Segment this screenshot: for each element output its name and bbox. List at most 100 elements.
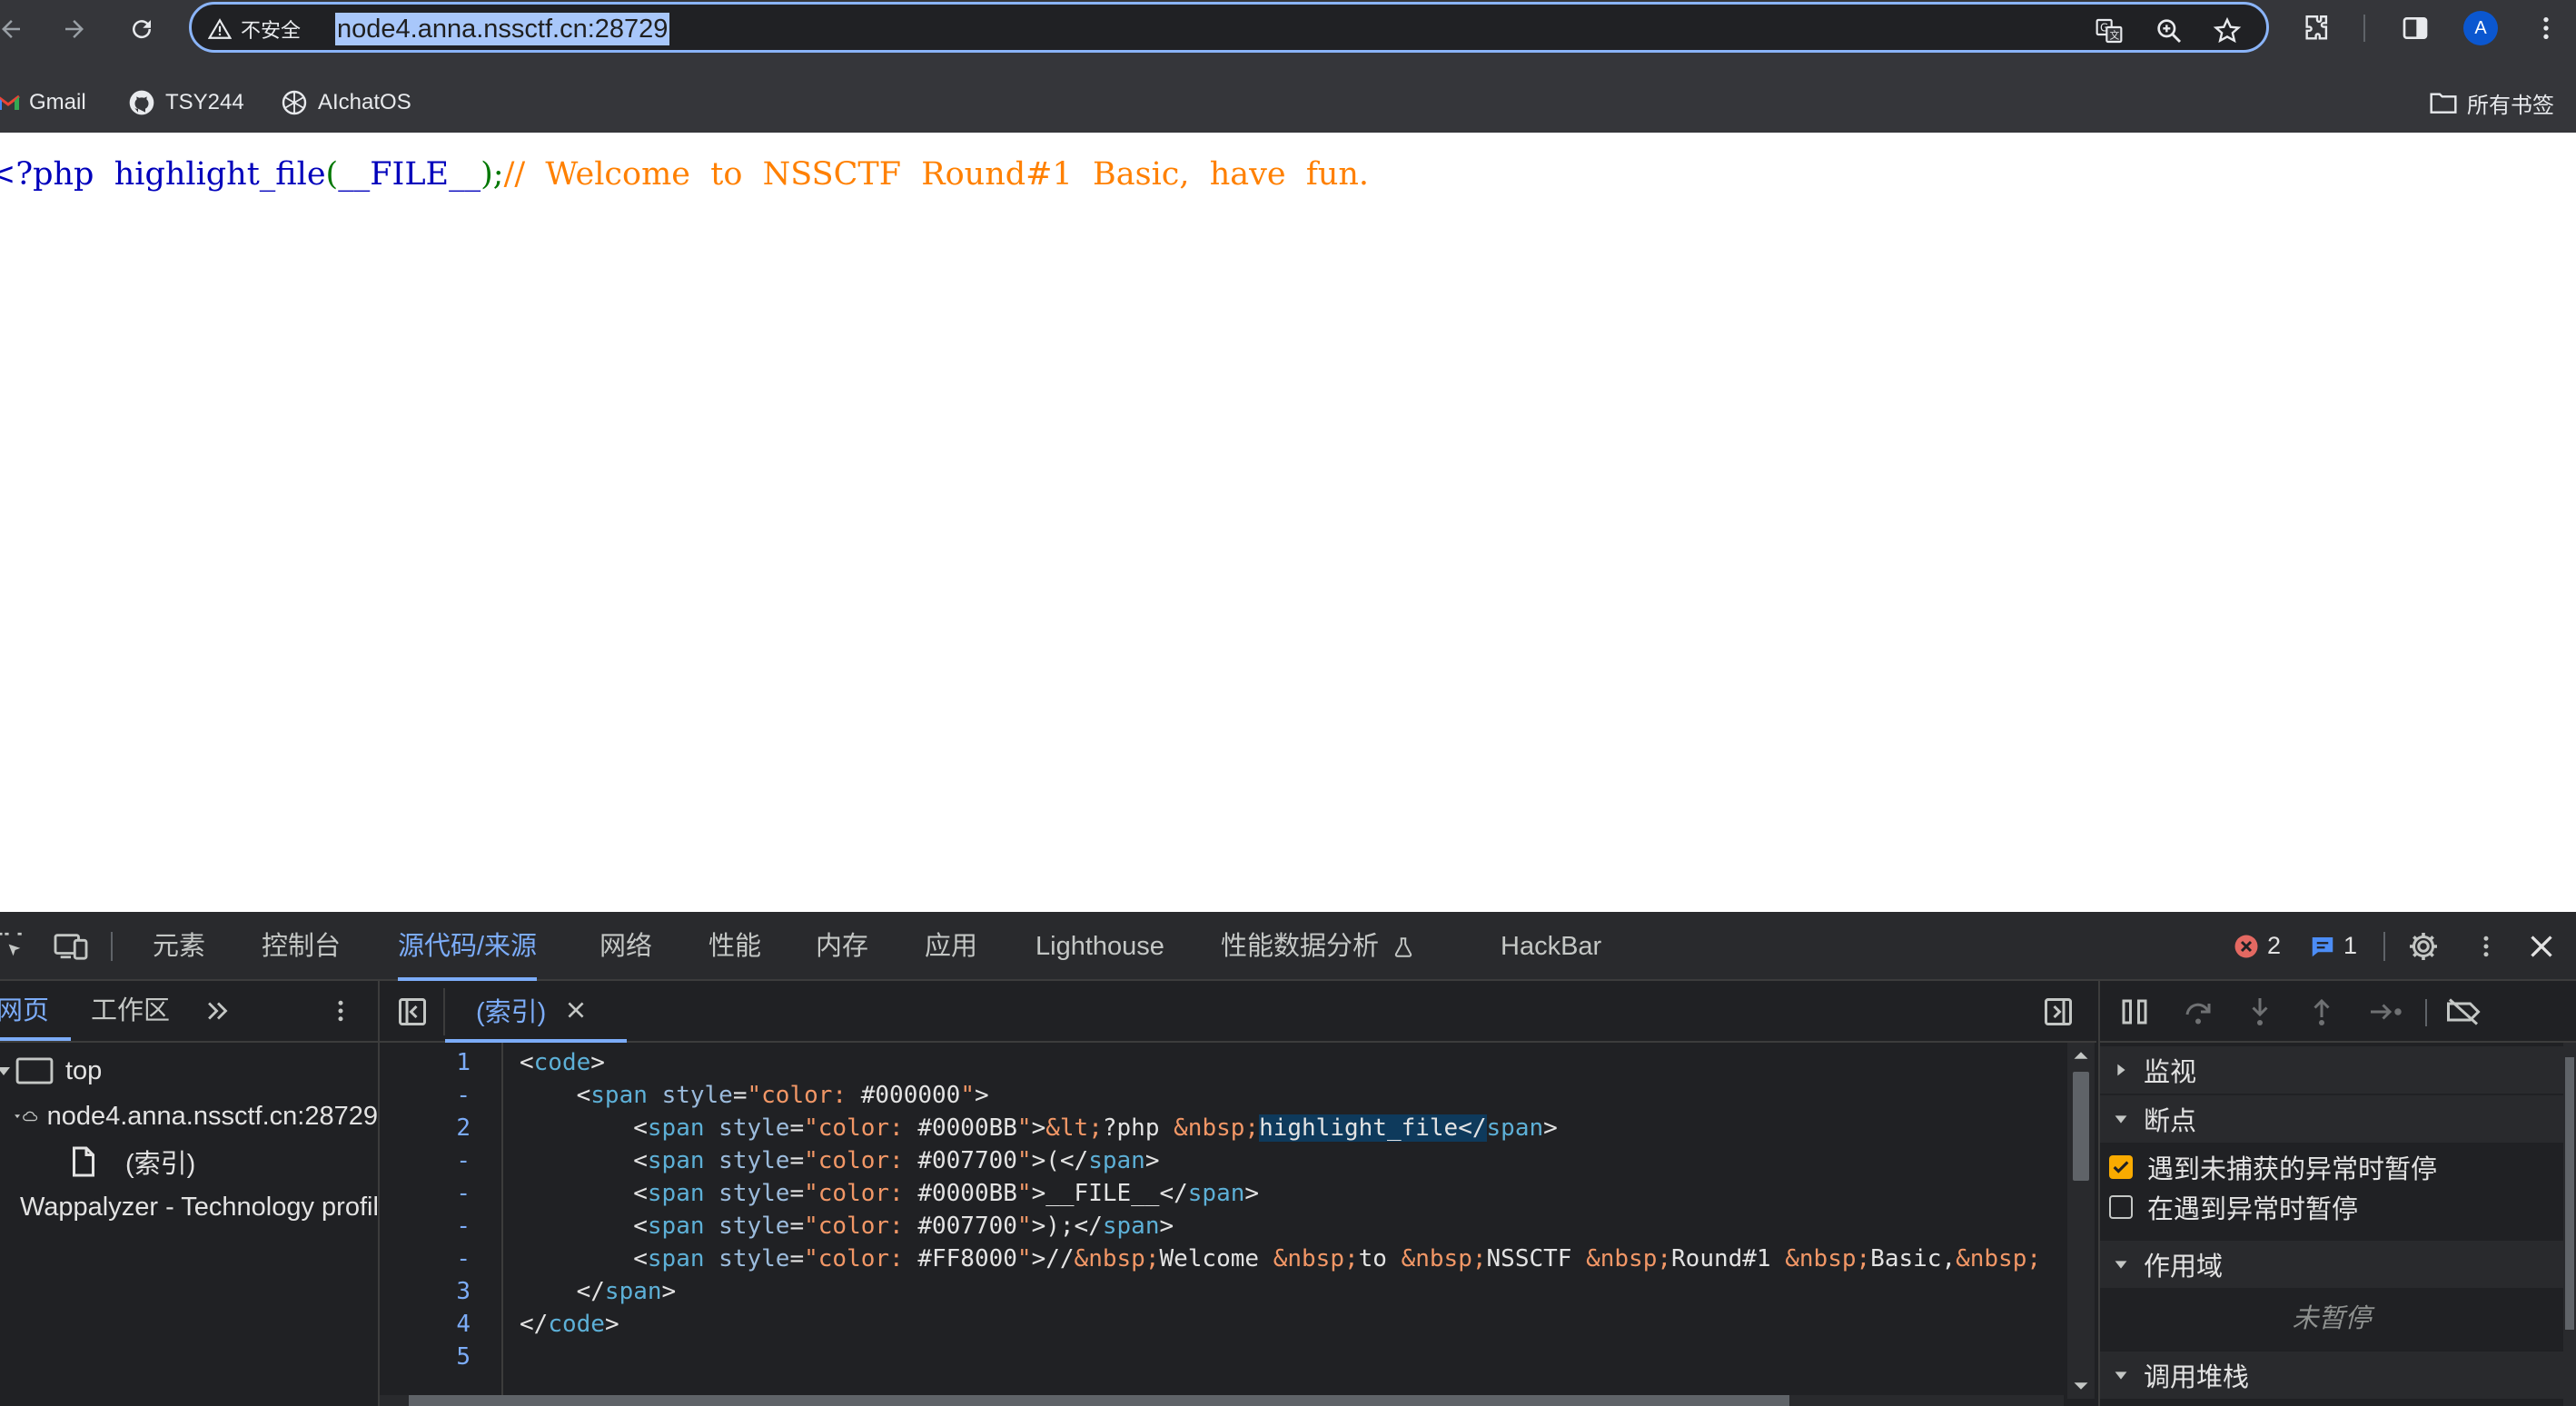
code-token-comment: // Welcome to NSSCTF Round#1 Basic, have… [503,156,1370,193]
deactivate-breakpoints-icon[interactable] [2443,995,2483,1028]
close-devtools-icon[interactable] [2525,930,2558,963]
tab-lighthouse[interactable]: Lighthouse [1035,912,1164,981]
url-text[interactable]: node4.anna.nssctf.cn:28729 [335,13,670,45]
code-view[interactable]: <code> <span style="color: #000000"> <sp… [520,1043,2064,1399]
scroll-up-icon [2074,1052,2088,1059]
expanded-triangle-icon [2115,1115,2127,1124]
section-label: 监视 [2144,1058,2197,1087]
tree-item-wappalyzer[interactable]: Wappalyzer - Technology profiler [0,1184,378,1230]
tab-sources[interactable]: 源代码/来源 [398,912,538,981]
navigator-menu-icon[interactable] [327,995,354,1026]
bookmark-label: Gmail [29,90,86,114]
line-number[interactable]: - [380,1243,471,1275]
section-call-stack[interactable]: 调用堆栈 [2100,1352,2563,1399]
checkbox-label: 遇到未捕获的异常时暂停 [2147,1155,2438,1184]
tab-label: 性能数据分析 [1221,932,1380,961]
pause-uncaught-checkbox[interactable]: 遇到未捕获的异常时暂停 [2109,1146,2437,1188]
tab-hackbar[interactable]: HackBar [1501,912,1601,981]
all-bookmarks-button[interactable]: 所有书签 [2429,85,2554,120]
section-label: 断点 [2144,1107,2197,1136]
section-scope[interactable]: 作用域 [2100,1241,2563,1288]
line-number[interactable]: 1 [380,1046,471,1079]
file-tab-index[interactable]: (索引) [445,981,627,1043]
horizontal-scrollbar[interactable] [380,1395,2064,1406]
reload-icon [133,20,152,39]
tree-item-index[interactable]: (索引) [0,1139,378,1184]
security-indicator[interactable]: 不安全 [208,16,301,42]
bookmark-aichatos[interactable]: AIchatOS [280,85,411,120]
tab-performance-insights[interactable]: 性能数据分析 [1221,912,1415,981]
bookmark-star-icon[interactable] [2212,15,2243,46]
device-toolbar-icon[interactable] [53,930,89,961]
line-number[interactable]: - [380,1144,471,1177]
arrow-left-icon [2,20,20,38]
line-number[interactable]: 4 [380,1308,471,1341]
toggle-navigator-icon[interactable] [396,995,429,1028]
profile-avatar[interactable]: A [2463,11,2498,45]
toggle-debugger-icon[interactable] [2042,995,2075,1028]
tab-application[interactable]: 应用 [925,912,977,981]
side-panel-icon[interactable] [2400,13,2431,44]
checkbox-unchecked[interactable] [2109,1195,2133,1219]
line-number[interactable]: - [380,1079,471,1112]
address-bar[interactable]: 不安全 node4.anna.nssctf.cn:28729 G文 [189,2,2269,53]
section-breakpoints[interactable]: 断点 [2100,1095,2563,1143]
translate-icon[interactable]: G文 [2094,15,2125,46]
scrollbar-thumb[interactable] [2565,1057,2574,1330]
bookmark-label: AIchatOS [318,90,411,114]
tab-workspace[interactable]: 工作区 [91,981,170,1041]
scroll-down-icon [2074,1382,2088,1390]
line-number[interactable]: 3 [380,1275,471,1308]
step-out-icon[interactable] [2305,995,2338,1028]
code-line: <span style="color: #0000BB">&lt;?php &n… [520,1114,1558,1142]
page-viewport: <?php highlight_file(__FILE__);// Welcom… [0,133,2576,912]
settings-gear-icon[interactable] [2407,930,2440,963]
back-button[interactable] [0,11,29,47]
more-tabs-chevron-icon[interactable] [202,995,234,1026]
zoom-icon[interactable] [2154,15,2185,46]
tab-page[interactable]: 网页 [0,981,71,1041]
section-watch[interactable]: 监视 [2100,1046,2563,1094]
highlighted-php-source: <?php highlight_file(__FILE__);// Welcom… [0,156,1369,193]
arrow-right-icon [65,20,84,38]
code-token-function: highlight_file [114,156,326,193]
step-icon[interactable] [2367,995,2407,1028]
expand-triangle-icon [0,1067,10,1075]
scrollbar-thumb[interactable] [2073,1072,2089,1181]
tree-item-domain[interactable]: node4.anna.nssctf.cn:28729 [0,1094,378,1139]
step-over-icon[interactable] [2182,995,2214,1028]
tab-performance[interactable]: 性能 [708,912,761,981]
message-count: 1 [2343,932,2358,959]
tree-label: top [65,1055,103,1085]
tab-memory[interactable]: 内存 [816,912,868,981]
reload-button[interactable] [124,11,160,47]
inspect-element-icon[interactable] [0,930,25,961]
vertical-scrollbar[interactable] [2067,1043,2095,1399]
error-counter[interactable]: 2 [2233,932,2281,960]
code-line: <span style="color: #000000"> [520,1082,989,1109]
bookmark-tsy244[interactable]: TSY244 [127,85,244,120]
bookmark-label: TSY244 [165,90,244,114]
all-bookmarks-label: 所有书签 [2467,93,2554,118]
line-number[interactable]: 5 [380,1341,471,1373]
checkbox-checked[interactable] [2109,1155,2133,1179]
scrollbar-thumb[interactable] [409,1395,1789,1406]
step-into-icon[interactable] [2244,995,2276,1028]
code-token-paren-open: ( [325,156,339,193]
message-counter[interactable]: 1 [2309,932,2357,960]
tab-network[interactable]: 网络 [599,912,652,981]
forward-button[interactable] [56,11,93,47]
tab-elements[interactable]: 元素 [153,912,205,981]
extensions-puzzle-icon[interactable] [2302,13,2333,44]
devtools-menu-icon[interactable] [2472,930,2500,963]
browser-menu-icon[interactable] [2531,13,2561,44]
tree-item-top[interactable]: top [0,1048,378,1094]
pause-icon[interactable] [2118,995,2151,1028]
line-number[interactable]: 2 [380,1112,471,1144]
bookmark-gmail[interactable]: Gmail [0,85,86,120]
tab-console[interactable]: 控制台 [262,912,341,981]
sidebar-scrollbar[interactable] [2563,1043,2576,1406]
pause-caught-checkbox[interactable]: 在遇到异常时暂停 [2109,1186,2358,1228]
line-number[interactable]: - [380,1177,471,1210]
line-number[interactable]: - [380,1210,471,1243]
